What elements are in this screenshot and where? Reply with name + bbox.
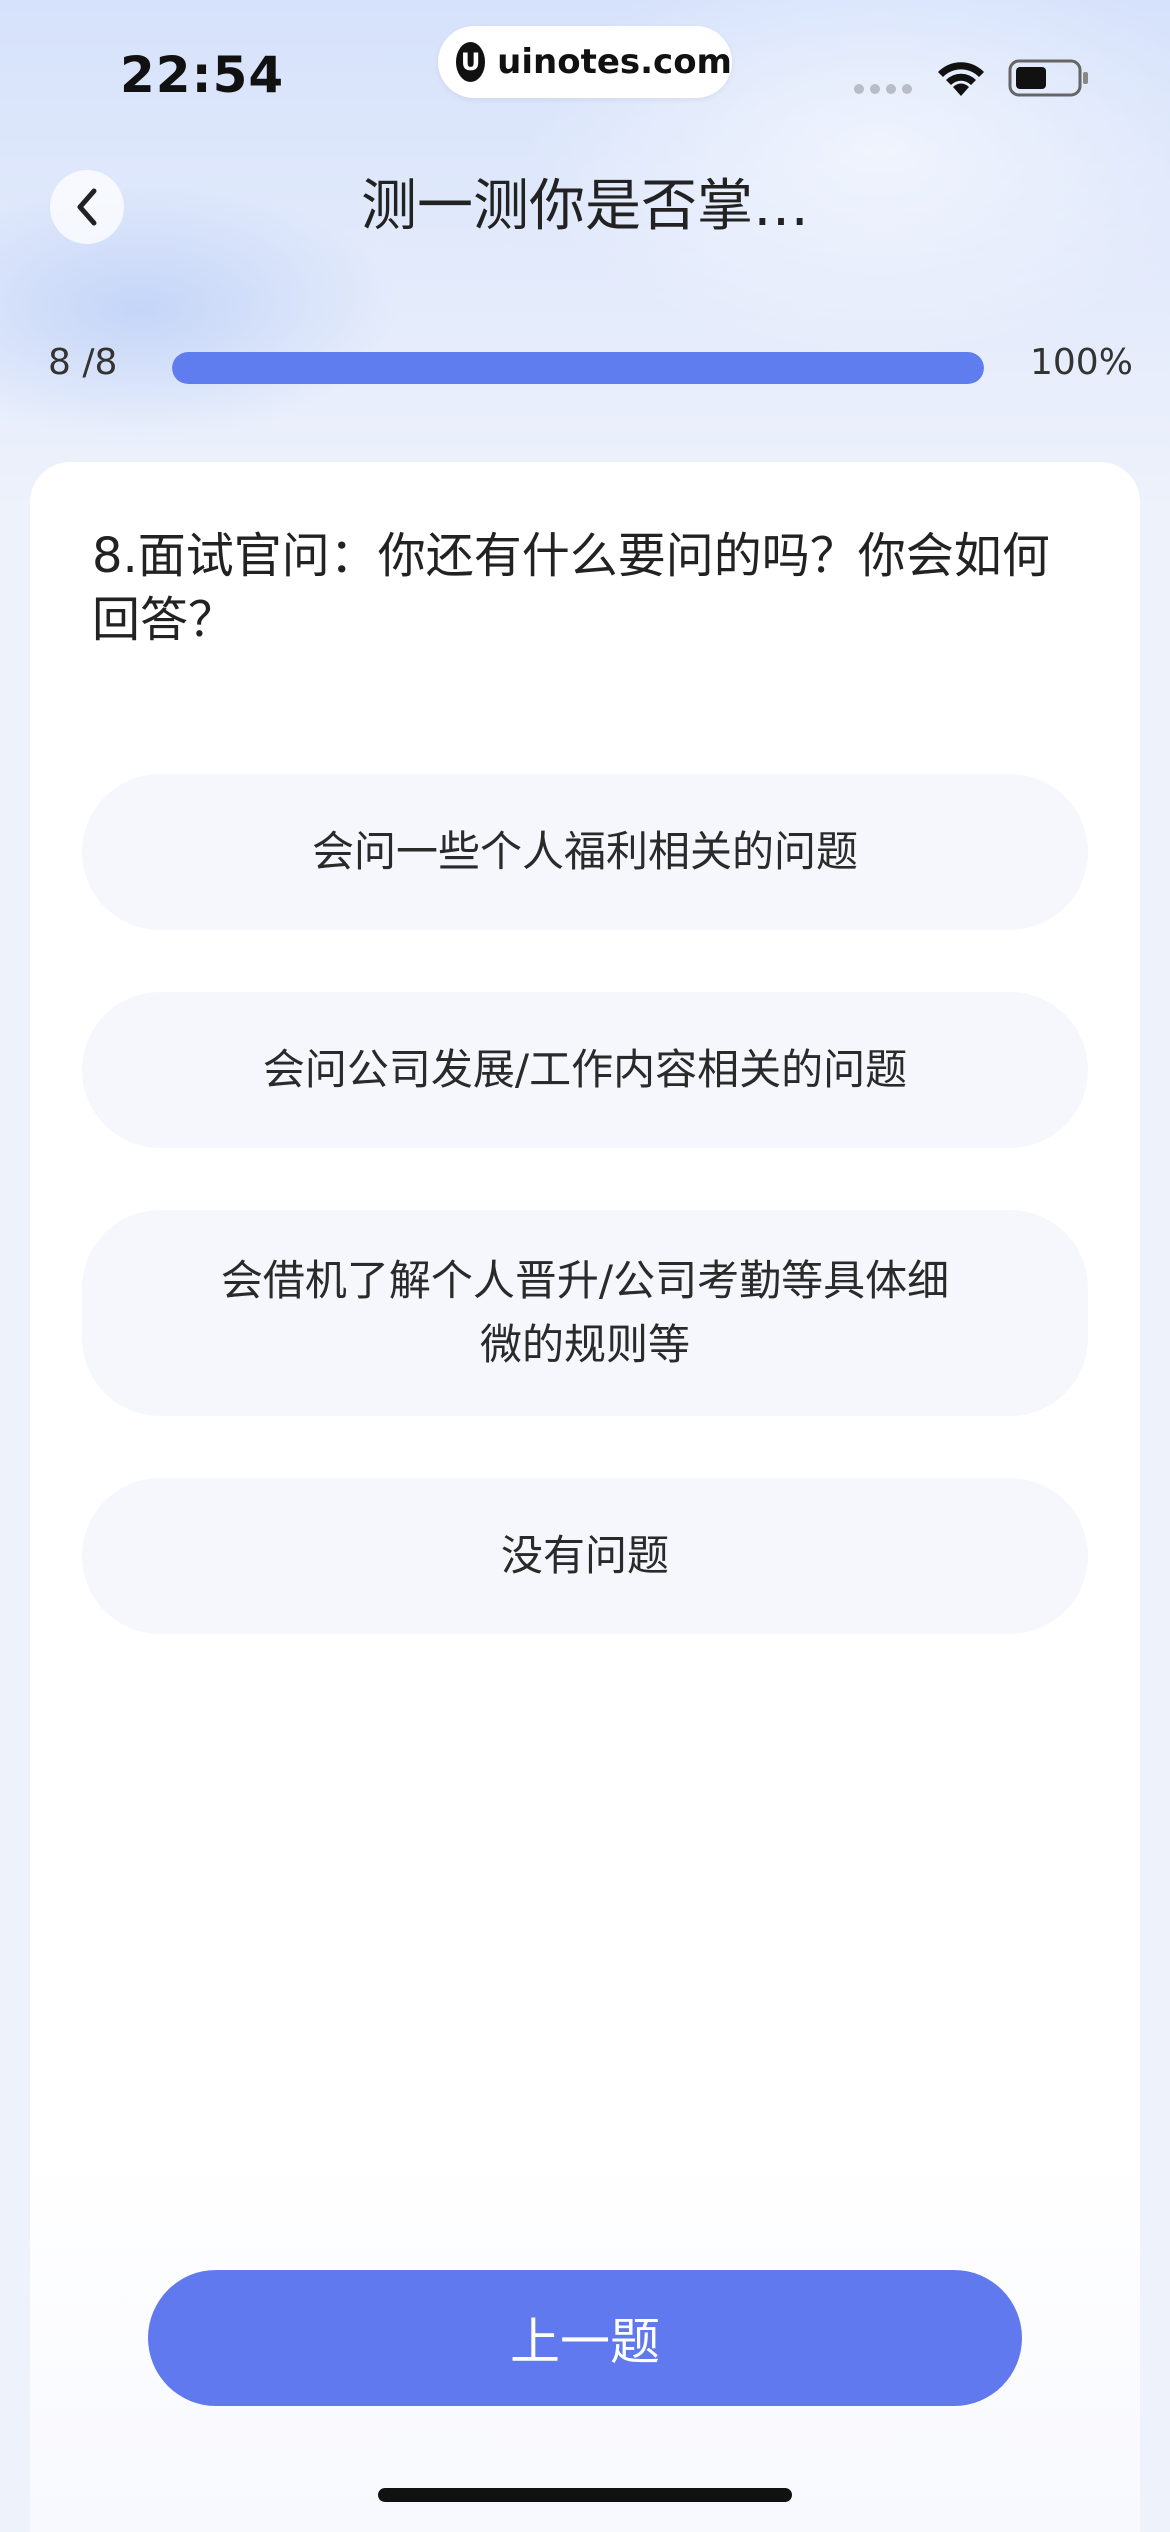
back-button[interactable] [50, 170, 124, 244]
answer-option-label: 会问公司发展/工作内容相关的问题 [262, 1045, 908, 1094]
progress-bar-fill [172, 352, 984, 384]
answer-option-label: 会借机了解个人晋升/公司考勤等具体细微的规则等 [220, 1256, 950, 1369]
battery-icon [1008, 59, 1088, 97]
status-bar: 22:54 U uinotes.com [0, 0, 1170, 150]
previous-question-button[interactable]: 上一题 [148, 2270, 1022, 2406]
chevron-left-icon [77, 188, 97, 226]
screen: 22:54 U uinotes.com 测一测你是否掌… 8 /8 100% 8… [0, 0, 1170, 2532]
page-title: 测一测你是否掌… [361, 174, 809, 239]
answer-option[interactable]: 会借机了解个人晋升/公司考勤等具体细微的规则等 [82, 1210, 1088, 1416]
progress-bar [172, 352, 984, 384]
question-card: 8.面试官问：你还有什么要问的吗？你会如何回答？ 会问一些个人福利相关的问题 会… [30, 462, 1140, 2532]
answer-option[interactable]: 没有问题 [82, 1478, 1088, 1634]
question-text: 8.面试官问：你还有什么要问的吗？你会如何回答？ [92, 528, 1050, 648]
answer-option[interactable]: 会问一些个人福利相关的问题 [82, 774, 1088, 930]
watermark-text: uinotes.com [497, 42, 732, 82]
wifi-icon [938, 62, 984, 96]
answer-option-label: 会问一些个人福利相关的问题 [311, 827, 858, 876]
watermark-badge: U uinotes.com [438, 26, 732, 98]
cellular-signal-icon [854, 84, 912, 94]
status-time: 22:54 [120, 46, 285, 104]
progress-percent: 100% [1030, 342, 1133, 383]
watermark-logo-icon: U [456, 42, 486, 82]
answer-option-label: 没有问题 [500, 1531, 669, 1580]
progress-count: 8 /8 [48, 342, 118, 383]
answer-option[interactable]: 会问公司发展/工作内容相关的问题 [82, 992, 1088, 1148]
home-indicator [378, 2488, 792, 2502]
